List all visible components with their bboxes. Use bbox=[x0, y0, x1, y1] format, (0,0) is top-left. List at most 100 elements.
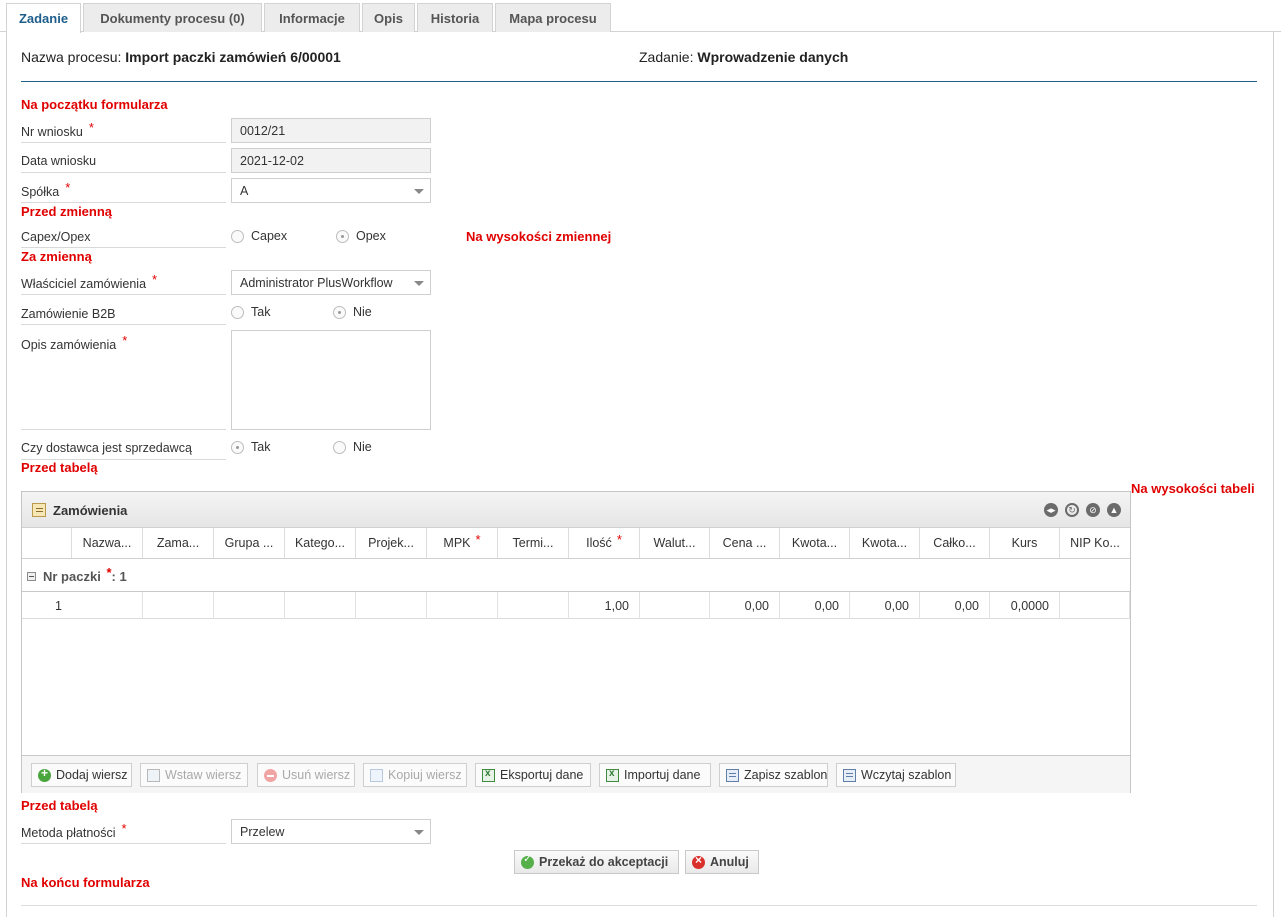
table-cell[interactable] bbox=[214, 592, 285, 619]
column-header[interactable]: Katego... bbox=[285, 528, 356, 558]
add-row-button[interactable]: Dodaj wiersz bbox=[31, 763, 132, 787]
column-header[interactable]: Cena ... bbox=[710, 528, 780, 558]
column-header[interactable]: Grupa ... bbox=[214, 528, 285, 558]
opis-textarea[interactable] bbox=[231, 330, 431, 430]
column-header[interactable]: Termi... bbox=[498, 528, 569, 558]
tab-historia[interactable]: Historia bbox=[417, 3, 493, 32]
refresh-icon[interactable]: ↻ bbox=[1065, 503, 1079, 517]
marker-at-table: Na wysokości tabeli bbox=[1131, 481, 1255, 496]
copy-icon bbox=[370, 769, 383, 782]
table-cell[interactable]: 0,00 bbox=[920, 592, 990, 619]
collapse-up-icon[interactable]: ▲ bbox=[1107, 503, 1121, 517]
export-data-button-label: Eksportuj dane bbox=[500, 768, 584, 782]
collapse-icon[interactable] bbox=[27, 572, 36, 581]
nr-wniosku-field[interactable]: 0012/21 bbox=[231, 118, 431, 143]
group-label: Nr paczki *: 1 bbox=[43, 565, 127, 584]
table-row[interactable]: 1 1,00 0,00 0,00 0,00 0,00 0,0000 bbox=[22, 592, 1130, 619]
marker-at-variable: Na wysokości zmiennej bbox=[466, 229, 612, 244]
process-name-value: Import paczki zamówień 6/00001 bbox=[125, 49, 341, 65]
marker-before-table-2: Przed tabelą bbox=[21, 798, 98, 813]
dostawca-tak-label: Tak bbox=[251, 440, 271, 454]
metoda-value: Przelew bbox=[240, 824, 285, 839]
table-cell[interactable] bbox=[640, 592, 710, 619]
data-wniosku-value: 2021-12-02 bbox=[240, 153, 304, 168]
table-cell[interactable] bbox=[1060, 592, 1130, 619]
cancel-button[interactable]: Anuluj bbox=[685, 850, 759, 874]
tab-zadanie[interactable]: Zadanie bbox=[6, 3, 81, 33]
save-template-button[interactable]: Zapisz szablon bbox=[719, 763, 828, 787]
table-cell[interactable]: 0,00 bbox=[850, 592, 920, 619]
marker-form-end: Na końcu formularza bbox=[21, 875, 150, 890]
wlasciciel-select[interactable]: Administrator PlusWorkflow bbox=[231, 270, 431, 295]
expand-columns-icon[interactable]: ◂▸ bbox=[1044, 503, 1058, 517]
remove-row-button[interactable]: Usuń wiersz bbox=[257, 763, 355, 787]
nr-wniosku-label: Nr wniosku * bbox=[21, 118, 226, 143]
nr-wniosku-value: 0012/21 bbox=[240, 123, 286, 138]
header-divider bbox=[21, 81, 1257, 82]
column-header-label: Katego... bbox=[294, 536, 346, 550]
insert-row-button-label: Wstaw wiersz bbox=[165, 768, 242, 782]
column-header-mpk[interactable]: MPK * bbox=[427, 528, 498, 558]
add-row-button-label: Dodaj wiersz bbox=[56, 768, 128, 782]
load-template-button[interactable]: Wczytaj szablon bbox=[836, 763, 956, 787]
check-icon bbox=[521, 854, 534, 869]
marker-form-start: Na początku formularza bbox=[21, 97, 168, 112]
column-header-rownum bbox=[22, 528, 72, 558]
column-header-ilosc[interactable]: Ilość * bbox=[569, 528, 640, 558]
dostawca-label: Czy dostawca jest sprzedawcą bbox=[21, 436, 226, 460]
b2b-nie-radio[interactable] bbox=[333, 306, 346, 319]
table-cell[interactable]: 1,00 bbox=[569, 592, 640, 619]
save-template-icon bbox=[726, 769, 739, 782]
cancel-button-label: Anuluj bbox=[710, 855, 749, 869]
column-header[interactable]: Kurs bbox=[990, 528, 1060, 558]
import-data-button[interactable]: Importuj dane bbox=[599, 763, 711, 787]
required-marker: * bbox=[475, 531, 481, 547]
column-header[interactable]: Nazwa... bbox=[72, 528, 143, 558]
wlasciciel-label-text: Właściciel zamówienia bbox=[21, 277, 147, 291]
table-cell[interactable]: 0,00 bbox=[780, 592, 850, 619]
column-header[interactable]: NIP Ko... bbox=[1060, 528, 1130, 558]
insert-row-button[interactable]: Wstaw wiersz bbox=[140, 763, 248, 787]
column-header[interactable]: Kwota... bbox=[780, 528, 850, 558]
column-header[interactable]: Projek... bbox=[356, 528, 427, 558]
clear-filter-icon[interactable]: ⊘ bbox=[1086, 503, 1100, 517]
spolka-select[interactable]: A bbox=[231, 178, 431, 203]
capex-radio[interactable] bbox=[231, 230, 244, 243]
load-template-button-label: Wczytaj szablon bbox=[861, 768, 952, 782]
table-cell[interactable] bbox=[72, 592, 143, 619]
tab-informacje[interactable]: Informacje bbox=[264, 3, 360, 32]
table-cell[interactable] bbox=[143, 592, 214, 619]
dostawca-nie-radio[interactable] bbox=[333, 441, 346, 454]
add-icon bbox=[38, 766, 51, 782]
table-cell[interactable] bbox=[285, 592, 356, 619]
column-header[interactable]: Kwota... bbox=[850, 528, 920, 558]
table-cell[interactable]: 0,00 bbox=[710, 592, 780, 619]
table-cell[interactable] bbox=[498, 592, 569, 619]
tab-mapa-procesu[interactable]: Mapa procesu bbox=[495, 3, 611, 32]
marker-before-table: Przed tabelą bbox=[21, 460, 98, 475]
tab-opis[interactable]: Opis bbox=[362, 3, 415, 32]
opis-label-text: Opis zamówienia bbox=[21, 338, 117, 352]
column-header-label: Walut... bbox=[653, 536, 696, 550]
wlasciciel-value: Administrator PlusWorkflow bbox=[240, 275, 393, 290]
excel-import-icon bbox=[606, 768, 619, 782]
data-wniosku-field[interactable]: 2021-12-02 bbox=[231, 148, 431, 173]
export-data-button[interactable]: Eksportuj dane bbox=[475, 763, 591, 787]
metoda-select[interactable]: Przelew bbox=[231, 819, 431, 844]
tab-dokumenty-procesu[interactable]: Dokumenty procesu (0) bbox=[83, 3, 262, 32]
b2b-label: Zamówienie B2B bbox=[21, 301, 226, 325]
table-cell[interactable]: 0,0000 bbox=[990, 592, 1060, 619]
column-header[interactable]: Walut... bbox=[640, 528, 710, 558]
table-cell[interactable] bbox=[356, 592, 427, 619]
b2b-tak-radio[interactable] bbox=[231, 306, 244, 319]
dostawca-tak-radio[interactable] bbox=[231, 441, 244, 454]
submit-for-approval-button[interactable]: Przekaż do akceptacji bbox=[514, 850, 679, 874]
table-cell[interactable] bbox=[427, 592, 498, 619]
grid-title: Zamówienia bbox=[53, 503, 128, 518]
task-name: Zadanie: Wprowadzenie danych bbox=[639, 49, 848, 65]
copy-row-button[interactable]: Kopiuj wiersz bbox=[363, 763, 467, 787]
column-header[interactable]: Całko... bbox=[920, 528, 990, 558]
opex-radio[interactable] bbox=[336, 230, 349, 243]
group-row[interactable]: Nr paczki *: 1 bbox=[22, 559, 1130, 592]
column-header[interactable]: Zama... bbox=[143, 528, 214, 558]
